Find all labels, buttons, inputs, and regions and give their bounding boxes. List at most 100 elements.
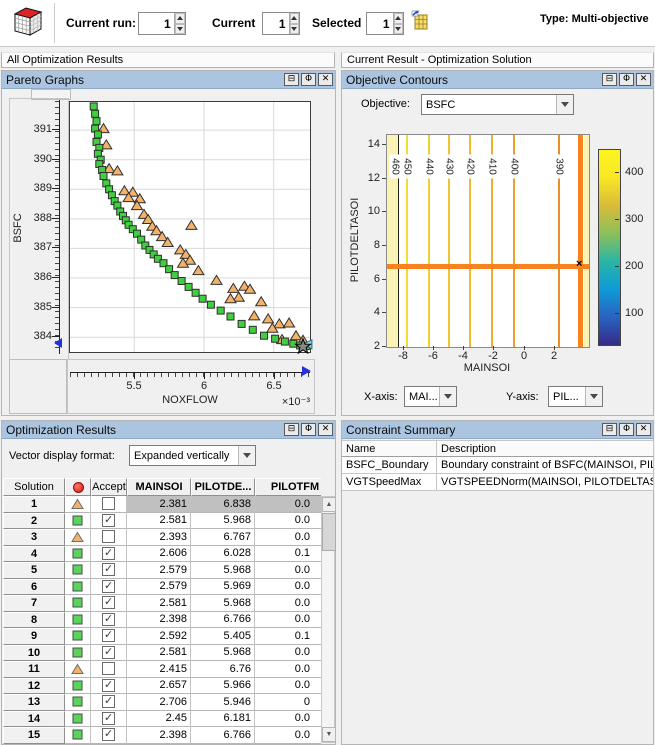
table-row[interactable]: 7 2.5815.9680.0 xyxy=(3,595,321,612)
solution-cell[interactable]: 8 xyxy=(3,611,65,628)
solution-cell[interactable]: 10 xyxy=(3,644,65,661)
table-row[interactable]: 11 2.415 6.76 0.0 xyxy=(3,661,321,678)
pilotde-cell[interactable]: 5.405 xyxy=(191,628,255,645)
table-row[interactable]: 5 2.5795.9680.0 xyxy=(3,562,321,579)
x-axis-pager-arrow-icon[interactable] xyxy=(302,366,311,376)
solution-cell[interactable]: 3 xyxy=(3,529,65,546)
pilotfm-cell[interactable]: 0 xyxy=(255,694,321,711)
split-button[interactable]: ⊟ xyxy=(602,73,617,86)
constraint-row[interactable]: BSFC_Boundary Boundary constraint of BSFC… xyxy=(342,457,654,474)
column-header-solution[interactable]: Solution xyxy=(3,478,65,496)
pilotfm-cell[interactable]: 0.0 xyxy=(255,496,321,513)
accept-checkbox[interactable] xyxy=(102,662,115,676)
mainsoi-cell[interactable]: 2.592 xyxy=(127,628,191,645)
accept-checkbox[interactable] xyxy=(102,711,115,725)
table-row[interactable]: 9 2.5925.4050.1 xyxy=(3,628,321,645)
solution-cell[interactable]: 5 xyxy=(3,562,65,579)
pilotfm-cell[interactable]: 0.1 xyxy=(255,628,321,645)
pilotfm-cell[interactable]: 0.0 xyxy=(255,562,321,579)
mainsoi-cell[interactable]: 2.706 xyxy=(127,694,191,711)
pilotde-cell[interactable]: 5.969 xyxy=(191,578,255,595)
pilotde-cell[interactable]: 6.766 xyxy=(191,727,255,744)
mainsoi-cell[interactable]: 2.579 xyxy=(127,562,191,579)
mainsoi-cell[interactable]: 2.398 xyxy=(127,727,191,744)
pilotfm-cell[interactable]: 0.0 xyxy=(255,644,321,661)
accept-checkbox[interactable] xyxy=(102,562,115,577)
column-header-description[interactable]: Description xyxy=(437,440,654,457)
solution-cell[interactable]: 9 xyxy=(3,628,65,645)
scroll-up-icon[interactable]: ▲ xyxy=(322,497,336,512)
pilotfm-cell[interactable]: 0.0 xyxy=(255,595,321,612)
accept-checkbox[interactable] xyxy=(102,727,115,742)
pilotde-cell[interactable]: 5.968 xyxy=(191,595,255,612)
solution-cell[interactable]: 15 xyxy=(3,727,65,744)
dock-button[interactable]: Φ xyxy=(619,423,634,436)
dock-button[interactable]: Φ xyxy=(301,73,316,86)
column-header-mainsoi[interactable]: MAINSOI xyxy=(127,478,191,496)
solution-cell[interactable]: 14 xyxy=(3,710,65,727)
current-run-input[interactable] xyxy=(139,13,174,34)
split-button[interactable]: ⊟ xyxy=(602,423,617,436)
selected-down-button[interactable] xyxy=(393,23,403,34)
pilotde-cell[interactable]: 6.838 xyxy=(191,496,255,513)
table-row[interactable]: 3 2.393 6.767 0.0 xyxy=(3,529,321,546)
y-axis-pager-arrow-icon[interactable] xyxy=(54,338,62,348)
mainsoi-cell[interactable]: 2.393 xyxy=(127,529,191,546)
pilotde-cell[interactable]: 5.968 xyxy=(191,562,255,579)
pilotfm-cell[interactable]: 0.0 xyxy=(255,512,321,529)
split-button[interactable]: ⊟ xyxy=(284,423,299,436)
current-input[interactable] xyxy=(263,13,289,34)
current-up-button[interactable] xyxy=(289,13,299,24)
solution-cell[interactable]: 2 xyxy=(3,512,65,529)
pilotfm-cell[interactable]: 0.0 xyxy=(255,578,321,595)
objective-dropdown[interactable]: BSFC xyxy=(421,94,574,115)
mainsoi-cell[interactable]: 2.581 xyxy=(127,512,191,529)
table-row[interactable]: 8 2.3986.7660.0 xyxy=(3,611,321,628)
column-header-name[interactable]: Name xyxy=(342,440,437,457)
table-row[interactable]: 1 2.381 6.838 0.0 xyxy=(3,496,321,513)
column-header-pilotfm[interactable]: PILOTFM xyxy=(255,478,321,496)
table-row[interactable]: 6 2.5795.9690.0 xyxy=(3,578,321,595)
mainsoi-cell[interactable]: 2.581 xyxy=(127,644,191,661)
pilotde-cell[interactable]: 6.028 xyxy=(191,545,255,562)
accept-checkbox[interactable] xyxy=(102,612,115,626)
pilotde-cell[interactable]: 5.968 xyxy=(191,512,255,529)
pareto-plot-area[interactable] xyxy=(69,101,313,355)
pilotde-cell[interactable]: 6.76 xyxy=(191,661,255,678)
pilotde-cell[interactable]: 5.946 xyxy=(191,694,255,711)
solution-cell[interactable]: 1 xyxy=(3,496,65,513)
mainsoi-cell[interactable]: 2.581 xyxy=(127,595,191,612)
yaxis-dropdown[interactable]: PIL... xyxy=(548,386,603,407)
pilotfm-cell[interactable]: 0.0 xyxy=(255,677,321,694)
table-row[interactable]: 13 2.7065.9460 xyxy=(3,694,321,711)
selected-input[interactable] xyxy=(367,13,393,34)
mainsoi-cell[interactable]: 2.606 xyxy=(127,545,191,562)
table-row[interactable]: 12 2.6575.9660.0 xyxy=(3,677,321,694)
table-row[interactable]: 2 2.5815.9680.0 xyxy=(3,512,321,529)
accept-checkbox[interactable] xyxy=(102,513,115,527)
mainsoi-cell[interactable]: 2.579 xyxy=(127,578,191,595)
accept-checkbox[interactable] xyxy=(102,694,115,709)
accept-checkbox[interactable] xyxy=(102,628,115,643)
select-solution-table-icon[interactable] xyxy=(410,10,430,34)
contour-plot-area[interactable]: 460 450 440 430 420 410 400 390 × xyxy=(386,134,590,348)
accept-checkbox[interactable] xyxy=(102,579,115,593)
current-run-down-button[interactable] xyxy=(174,23,185,34)
mainsoi-cell[interactable]: 2.381 xyxy=(127,496,191,513)
close-button[interactable]: ✕ xyxy=(636,73,651,86)
column-header-pareto-indicator[interactable] xyxy=(65,478,91,496)
split-button[interactable]: ⊟ xyxy=(284,73,299,86)
table-row[interactable]: 15 2.3986.7660.0 xyxy=(3,727,321,744)
scrollbar-thumb[interactable] xyxy=(322,513,336,551)
dock-button[interactable]: Φ xyxy=(301,423,316,436)
column-header-accept[interactable]: Accept xyxy=(91,478,127,496)
constraint-row[interactable]: VGTSpeedMax VGTSPEEDNorm(MAINSOI, PILOTDE… xyxy=(342,474,654,491)
solution-cell[interactable]: 13 xyxy=(3,694,65,711)
solution-cell[interactable]: 6 xyxy=(3,578,65,595)
pilotde-cell[interactable]: 6.181 xyxy=(191,710,255,727)
pilotde-cell[interactable]: 5.968 xyxy=(191,644,255,661)
table-row[interactable]: 14 2.456.1810.0 xyxy=(3,710,321,727)
solution-cell[interactable]: 4 xyxy=(3,545,65,562)
xaxis-dropdown[interactable]: MAI... xyxy=(404,386,457,407)
pilotfm-cell[interactable]: 0.0 xyxy=(255,529,321,546)
